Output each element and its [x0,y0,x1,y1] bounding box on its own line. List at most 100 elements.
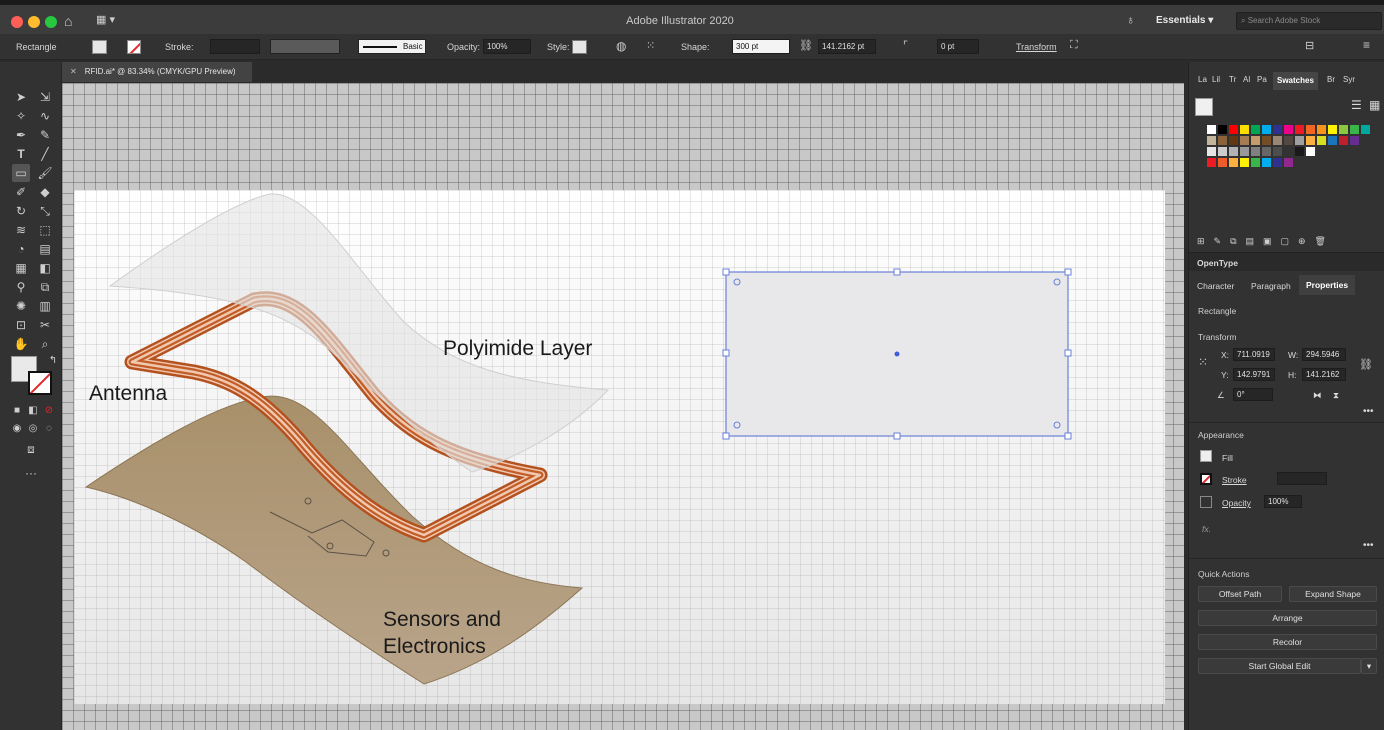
swatch[interactable] [1317,136,1326,145]
edit-toolbar-icon[interactable]: ··· [22,464,40,482]
swatch[interactable] [1361,125,1370,134]
swatch[interactable] [1229,158,1238,167]
corner-radius-field[interactable]: 0 pt [937,39,979,54]
swatch[interactable] [1328,136,1337,145]
swatch[interactable] [1251,125,1260,134]
free-transform-icon[interactable]: ⬚ [36,221,54,239]
lasso-icon[interactable]: ∿ [36,107,54,125]
direct-selection-tool-icon[interactable]: ⇲ [36,88,54,106]
gradient-tool-icon[interactable]: ◧ [36,259,54,277]
global-edit-options-chevron-icon[interactable]: ▾ [1361,658,1377,674]
tab-align[interactable]: Al [1243,75,1250,84]
mesh-tool-icon[interactable]: ▦ [12,259,30,277]
brush-definition[interactable]: Basic [358,39,426,54]
swatch[interactable] [1295,125,1304,134]
scale-tool-icon[interactable]: ⤡ [36,202,54,220]
screen-mode-icon[interactable]: ⧈ [22,440,40,458]
swatch[interactable] [1262,147,1271,156]
swatch[interactable] [1207,125,1216,134]
magic-wand-icon[interactable]: ✧ [12,107,30,125]
align-icon[interactable]: ⊟ [1305,39,1314,52]
effects-icon[interactable]: fx. [1202,524,1211,534]
none-mode-icon[interactable]: ⊘ [40,402,58,420]
stroke-swatch[interactable] [127,40,141,54]
swatch[interactable] [1273,158,1282,167]
home-icon[interactable]: ⌂ [64,13,72,29]
tab-brushes[interactable]: Br [1327,75,1335,84]
tab-transform[interactable]: Tr [1229,75,1236,84]
swatch[interactable] [1218,125,1227,134]
graphic-style-swatch[interactable] [572,40,587,54]
minimize-window-button[interactable] [28,16,40,28]
close-window-button[interactable] [11,16,23,28]
w-field[interactable]: 294.5946 [1302,348,1346,361]
rotate-field[interactable]: 0° [1233,388,1273,401]
grid-view-icon[interactable]: ▦ [1369,98,1380,112]
type-tool-icon[interactable]: T [12,145,30,163]
tab-paragraph[interactable]: Paragraph [1251,281,1291,291]
opacity-label[interactable]: Opacity [1222,498,1251,508]
swatch[interactable] [1262,158,1271,167]
swatch[interactable] [1218,147,1227,156]
tab-layers[interactable]: La [1198,75,1207,84]
swatch[interactable] [1295,136,1304,145]
swatch[interactable] [1350,125,1359,134]
swatch[interactable] [1207,136,1216,145]
swatch[interactable] [1240,125,1249,134]
selected-rectangle[interactable] [722,268,1072,440]
fill-swatch-icon[interactable] [1200,450,1212,462]
tab-symbols[interactable]: Syr [1343,75,1355,84]
warp-tool-icon[interactable]: ≋ [12,221,30,239]
swatches-fill-stroke-icon[interactable] [1195,98,1213,116]
swatch[interactable] [1229,147,1238,156]
swatch[interactable] [1273,147,1282,156]
pen-tool-icon[interactable]: ✒ [12,126,30,144]
align-grid-icon[interactable]: ⁙ [646,39,655,52]
arrange-button[interactable]: Arrange [1198,610,1377,626]
swatch[interactable] [1240,147,1249,156]
workspace-switcher[interactable]: Essentials ▾ [1156,15,1213,26]
perspective-grid-icon[interactable]: ▤ [36,240,54,258]
list-view-icon[interactable]: ☰ [1351,98,1362,112]
reference-point-icon[interactable]: ⁙ [1198,355,1208,369]
lightbulb-icon[interactable]: ♁ [1126,13,1135,27]
rectangle-tool-icon[interactable]: ▭ [12,164,30,182]
line-tool-icon[interactable]: ╱ [36,145,54,163]
stroke-label[interactable]: Stroke [1222,475,1247,485]
swatch[interactable] [1251,158,1260,167]
zoom-window-button[interactable] [45,16,57,28]
rotate-tool-icon[interactable]: ↻ [12,202,30,220]
document-tab[interactable]: ✕ RFID.ai* @ 83.34% (CMYK/GPU Preview) [62,62,252,82]
paintbrush-icon[interactable]: 🖌 [36,164,54,182]
swatch[interactable] [1273,136,1282,145]
swatch[interactable] [1251,136,1260,145]
variable-width-profile[interactable] [270,39,340,54]
graph-tool-icon[interactable]: ▥ [36,297,54,315]
eraser-icon[interactable]: ◆ [36,183,54,201]
start-global-edit-button[interactable]: Start Global Edit [1198,658,1361,674]
curvature-tool-icon[interactable]: ✎ [36,126,54,144]
artboard-tool-icon[interactable]: ⊡ [12,316,30,334]
hand-tool-icon[interactable]: ✋ [12,335,30,353]
isolate-icon[interactable]: ⛶ [1070,39,1078,52]
transform-link[interactable]: Transform [1016,42,1057,52]
swatch[interactable] [1262,136,1271,145]
swatch[interactable] [1306,136,1315,145]
y-field[interactable]: 142.9791 [1233,368,1275,381]
offset-path-button[interactable]: Offset Path [1198,586,1282,602]
symbol-sprayer-icon[interactable]: ✺ [12,297,30,315]
swatch[interactable] [1317,125,1326,134]
tab-properties[interactable]: Properties [1299,275,1356,295]
constrain-link-icon[interactable]: ⛓ [1359,358,1373,371]
arrange-documents-icon[interactable]: ▦ ▾ [96,13,115,26]
swatch[interactable] [1240,158,1249,167]
more-appearance-icon[interactable]: ••• [1363,540,1374,551]
swatch[interactable] [1207,158,1216,167]
stroke-swatch-icon[interactable] [1200,473,1212,485]
flip-horizontal-icon[interactable]: ⧓ [1313,390,1322,401]
swap-fill-stroke-icon[interactable]: ↰ [44,352,62,370]
shape-width-field[interactable]: 300 pt [732,39,790,54]
swatch[interactable] [1284,147,1293,156]
tab-libraries[interactable]: Lil [1212,75,1220,84]
swatch[interactable] [1295,147,1304,156]
